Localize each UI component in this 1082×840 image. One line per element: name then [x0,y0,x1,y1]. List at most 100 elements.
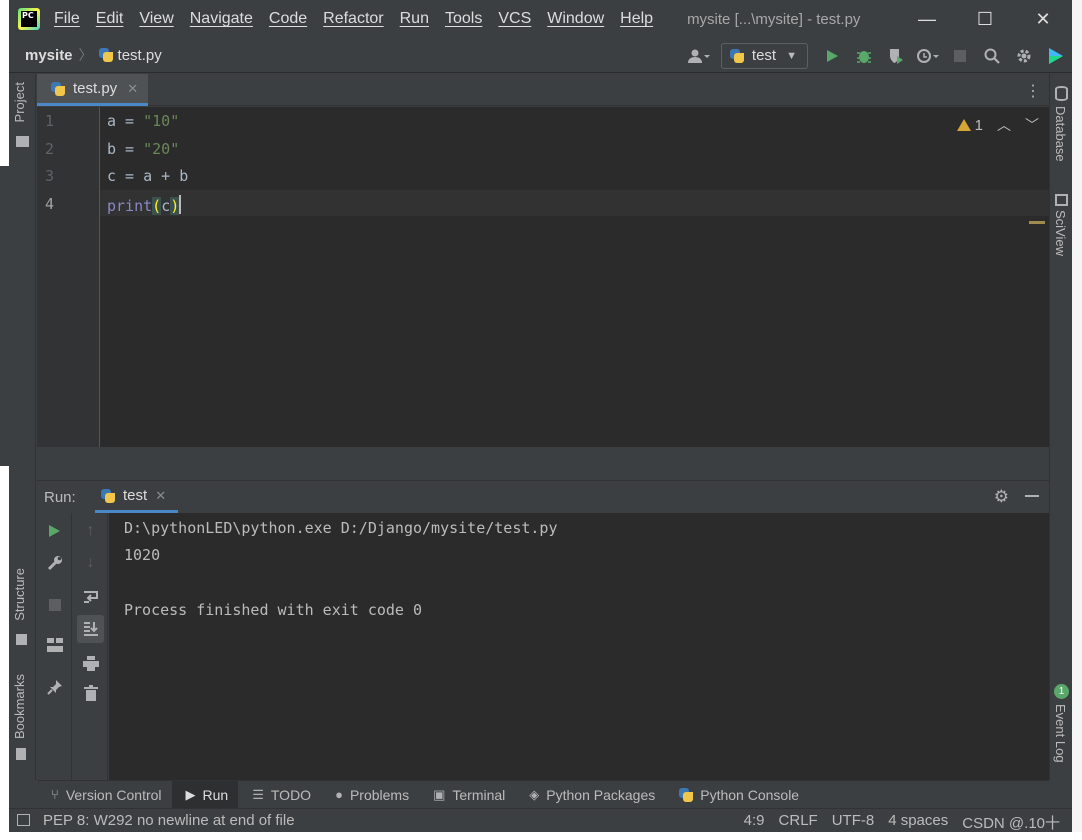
close-button[interactable]: ✕ [1014,0,1072,38]
code-with-me-icon[interactable] [1040,38,1072,73]
menu-refactor[interactable]: Refactor [323,10,383,28]
run-tab-test[interactable]: test ✕ [95,481,179,513]
menu-navigate[interactable]: Navigate [190,10,253,28]
code-line-4[interactable]: print(c) [107,195,182,215]
hide-panel-icon[interactable] [1025,495,1039,497]
settings-gear-icon[interactable] [1008,38,1040,73]
menu-code[interactable]: Code [269,10,307,28]
breadcrumb-file[interactable]: test.py [118,47,162,64]
trash-icon[interactable] [73,679,108,707]
tool-tab-python-packages[interactable]: ◈ Python Packages [515,781,665,809]
next-highlight-icon[interactable]: ﹀ [1025,115,1039,135]
pin-tab-icon[interactable] [37,673,72,701]
breadcrumb-project[interactable]: mysite [25,47,73,64]
editor-tab-bar: test.py ✕ ⋮ [37,74,1049,106]
menu-edit[interactable]: Edit [96,10,124,28]
python-file-icon [51,81,65,96]
restore-layout-icon[interactable] [37,631,72,659]
tool-tab-label: Version Control [65,786,162,803]
left-tool-stripe: Project Structure Bookmarks [9,74,36,780]
tool-tab-run[interactable]: ▶ Run [171,780,239,809]
menu-help[interactable]: Help [620,10,653,28]
database-tool-tab[interactable]: Database [1053,106,1068,162]
line-number: 2 [45,140,55,158]
run-settings-gear-icon[interactable]: ⚙ [994,487,1009,507]
close-tab-icon[interactable]: ✕ [155,488,166,504]
file-encoding[interactable]: UTF-8 [832,812,875,832]
caret-position[interactable]: 4:9 [744,812,765,832]
edit-configuration-wrench-icon[interactable] [37,549,72,577]
scroll-to-end-icon[interactable] [77,615,104,643]
inspection-widget[interactable]: 1 ︿ ﹀ [956,115,1039,135]
current-line-highlight [100,190,1049,216]
menu-run[interactable]: Run [400,10,429,28]
indent-setting[interactable]: 4 spaces [888,812,948,832]
stop-icon[interactable] [37,591,72,619]
tool-tab-terminal[interactable]: ▣ Terminal [419,781,515,809]
run-configuration-select[interactable]: test ▼ [720,42,808,69]
panel-splitter[interactable] [37,447,1049,480]
menu-view[interactable]: View [139,10,173,28]
run-console-output[interactable]: D:\pythonLED\python.exe D:/Django/mysite… [109,513,1049,780]
bookmarks-tool-tab[interactable]: Bookmarks [12,674,27,739]
menu-window[interactable]: Window [547,10,604,28]
status-message[interactable]: PEP 8: W292 no newline at end of file [43,812,295,829]
arrow-down-icon[interactable]: ↓ [73,549,108,577]
more-options-icon[interactable]: ⋮ [1025,81,1041,101]
menu-vcs[interactable]: VCS [498,10,531,28]
line-separator[interactable]: CRLF [779,812,818,832]
run-tab-label: test [123,487,148,504]
tool-tab-problems[interactable]: ● Problems [321,781,419,809]
line-number-gutter: 1 2 3 4 [37,107,100,447]
previous-highlight-icon[interactable]: ︿ [997,115,1011,135]
menu-file[interactable]: File [54,10,80,28]
error-stripe-marker[interactable] [1029,221,1045,224]
tool-tab-label: Terminal [452,786,506,803]
debug-icon[interactable] [848,38,880,73]
python-file-icon [98,48,113,62]
tool-tab-python-console[interactable]: Python Console [665,781,809,809]
toggle-tool-windows-icon[interactable] [17,814,30,826]
ide-window: PC File Edit View Navigate Code Refactor… [9,0,1072,832]
tool-tab-todo[interactable]: ☰ TODO [238,781,321,809]
terminal-icon: ▣ [433,786,446,802]
soft-wrap-icon[interactable] [73,583,108,611]
code-line-1[interactable]: a = "10" [107,112,179,130]
play-icon: ▶ [185,786,196,802]
list-icon: ☰ [252,786,264,802]
title-bar: PC File Edit View Navigate Code Refactor… [9,0,1072,38]
arrow-up-icon[interactable]: ↑ [73,517,108,545]
stop-icon[interactable] [944,38,976,73]
minimize-button[interactable]: — [898,0,956,38]
editor-tab-test-py[interactable]: test.py ✕ [37,74,149,106]
navbar-actions: test ▼ [683,38,1072,73]
maximize-button[interactable]: ☐ [956,0,1014,38]
code-line-3[interactable]: c = a + b [107,167,188,185]
main-menu: File Edit View Navigate Code Refactor Ru… [54,10,669,28]
event-log-count-badge: 1 [1054,684,1069,699]
database-icon [1055,86,1068,101]
run-configuration-label: test [751,47,777,64]
close-tab-icon[interactable]: ✕ [127,81,138,97]
structure-tool-tab[interactable]: Structure [12,568,27,621]
run-panel-label: Run: [44,489,76,506]
menu-tools[interactable]: Tools [445,10,482,28]
sciview-tool-tab[interactable]: SciView [1053,210,1068,256]
rerun-icon[interactable] [37,517,72,545]
run-icon[interactable] [816,38,848,73]
tool-tab-version-control[interactable]: ⑂ Version Control [37,781,172,809]
background-bottom [0,832,1082,840]
tool-tab-label: Python Console [700,786,800,803]
project-tool-tab[interactable]: Project [12,82,27,122]
event-log-tool-tab[interactable]: Event Log [1053,704,1068,763]
coverage-icon[interactable] [880,38,912,73]
code-line-2[interactable]: b = "20" [107,140,179,158]
profile-icon[interactable] [912,38,944,73]
add-user-icon[interactable] [683,38,715,73]
run-panel-header: Run: test ✕ ⚙ [37,480,1049,513]
print-icon[interactable] [73,649,108,677]
python-console-icon [679,787,694,802]
code-editor[interactable]: 1 2 3 4 a = "10" b = "20" c = a + b prin… [37,107,1049,447]
warning-count: 1 [974,116,983,134]
search-icon[interactable] [976,38,1008,73]
